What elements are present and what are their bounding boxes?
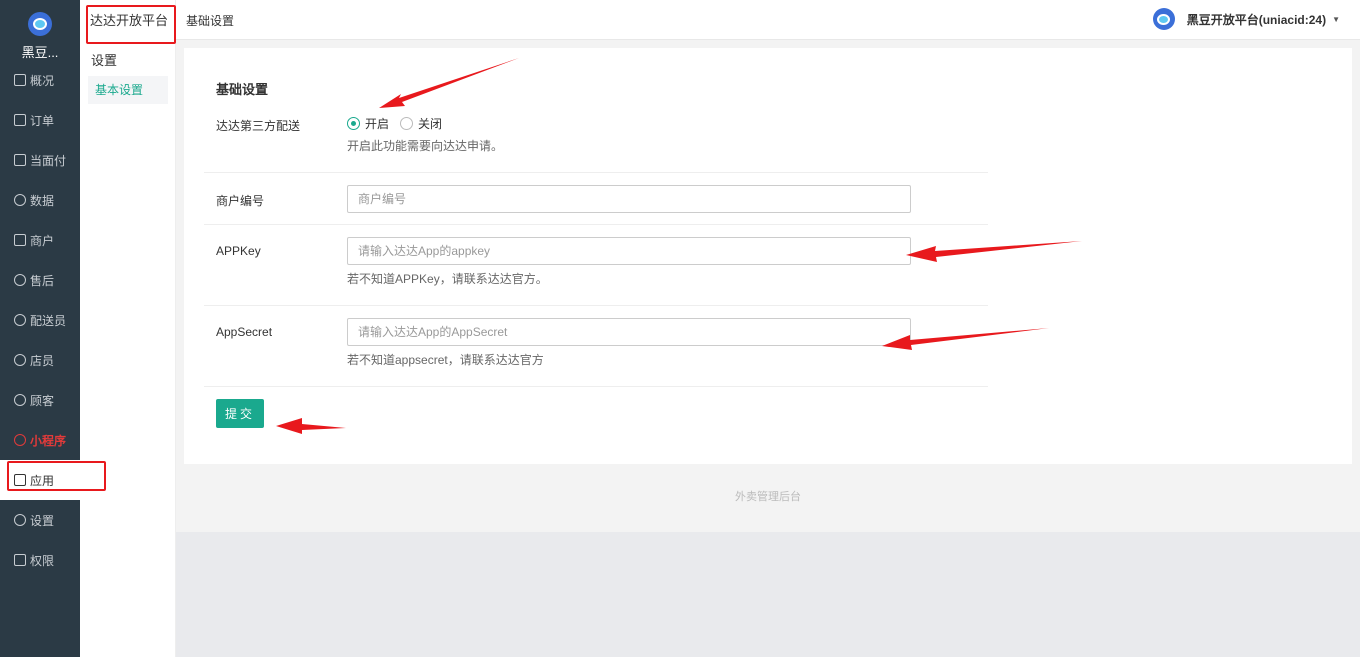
- section-title: 基础设置: [216, 82, 269, 97]
- subnav-group-label: 设置: [91, 53, 118, 68]
- after-sales-icon: [14, 274, 26, 286]
- submit-button[interactable]: 提交: [216, 399, 264, 428]
- sidebar-item-clerks[interactable]: 店员: [0, 340, 80, 380]
- sidebar-item-data[interactable]: 数据: [0, 180, 80, 220]
- sidebar-item-overview[interactable]: 概况: [0, 60, 80, 100]
- sidebar-item-label: 顾客: [30, 393, 55, 408]
- sidebar-item-label: 商户: [30, 233, 55, 248]
- app-secret-input[interactable]: [347, 318, 911, 346]
- sidebar-item-face-pay[interactable]: 当面付: [0, 140, 80, 180]
- user-menu[interactable]: 黑豆开放平台(uniacid:24) ▼: [1152, 8, 1340, 30]
- sidebar-item-permissions[interactable]: 权限: [0, 540, 80, 580]
- main-sidebar: 黑豆... 概况 订单 当面付 数据 商户 售后 配送员 店员 顾客 小程序 应…: [0, 0, 80, 657]
- sidebar-item-orders[interactable]: 订单: [0, 100, 80, 140]
- merchant-no-input[interactable]: [347, 185, 911, 213]
- app-secret-label: AppSecret: [216, 325, 273, 339]
- clerk-icon: [14, 354, 26, 366]
- app-secret-help: 若不知道appsecret，请联系达达官方: [347, 353, 544, 367]
- radio-disable-label[interactable]: 关闭: [418, 115, 442, 132]
- sidebar-item-settings[interactable]: 设置: [0, 500, 80, 540]
- overview-icon: [14, 74, 26, 86]
- mini-program-icon: [14, 434, 26, 446]
- footer-text: 外卖管理后台: [735, 491, 801, 503]
- sidebar-item-label: 订单: [30, 113, 55, 128]
- divider: [204, 172, 988, 173]
- sidebar-item-label: 设置: [30, 513, 55, 528]
- sidebar-item-merchants[interactable]: 商户: [0, 220, 80, 260]
- breadcrumb: 基础设置: [186, 14, 235, 28]
- face-pay-icon: [14, 154, 26, 166]
- app-key-input[interactable]: [347, 237, 911, 265]
- sidebar-item-customers[interactable]: 顾客: [0, 380, 80, 420]
- brand[interactable]: 黑豆...: [0, 0, 80, 64]
- sidebar-item-label: 概况: [30, 73, 55, 88]
- divider: [204, 386, 988, 387]
- app-key-label: APPKey: [216, 244, 261, 258]
- annotation-box-apps: [7, 461, 106, 491]
- app-key-help: 若不知道APPKey，请联系达达官方。: [347, 272, 548, 286]
- sidebar-item-after-sales[interactable]: 售后: [0, 260, 80, 300]
- courier-icon: [14, 314, 26, 326]
- sidebar-item-mini-program[interactable]: 小程序: [0, 420, 80, 460]
- radio-disable[interactable]: [400, 117, 413, 130]
- brand-logo-icon: [28, 12, 52, 36]
- secondary-sidebar: 达达开放平台 设置 基本设置: [80, 0, 176, 657]
- annotation-box-subnav-title: [86, 5, 176, 44]
- divider: [204, 305, 988, 306]
- radio-enable[interactable]: [347, 117, 360, 130]
- radio-enable-label[interactable]: 开启: [365, 115, 389, 132]
- lock-icon: [14, 554, 26, 566]
- sidebar-item-label: 店员: [30, 353, 55, 368]
- subnav-item-basic-settings[interactable]: 基本设置: [88, 76, 168, 104]
- sidebar-item-label: 小程序: [30, 433, 67, 448]
- store-icon: [14, 234, 26, 246]
- sidebar-item-label: 配送员: [30, 313, 67, 328]
- sidebar-item-label: 当面付: [30, 153, 67, 168]
- top-header: 基础设置 黑豆开放平台(uniacid:24) ▼: [176, 0, 1360, 40]
- caret-down-icon: ▼: [1332, 14, 1340, 24]
- user-avatar-icon: [1152, 8, 1175, 30]
- divider: [204, 224, 988, 225]
- brand-name: 黑豆...: [21, 45, 59, 60]
- merchant-no-label: 商户编号: [216, 194, 265, 208]
- sidebar-item-couriers[interactable]: 配送员: [0, 300, 80, 340]
- user-name: 黑豆开放平台(uniacid:24): [1186, 12, 1327, 27]
- gear-icon: [14, 514, 26, 526]
- data-icon: [14, 194, 26, 206]
- sidebar-item-label: 数据: [30, 193, 55, 208]
- orders-icon: [14, 114, 26, 126]
- sidebar-item-label: 权限: [30, 553, 55, 568]
- delivery-label: 达达第三方配送: [216, 119, 301, 133]
- delivery-help: 开启此功能需要向达达申请。: [347, 139, 504, 153]
- sidebar-item-label: 售后: [30, 273, 55, 288]
- customer-icon: [14, 394, 26, 406]
